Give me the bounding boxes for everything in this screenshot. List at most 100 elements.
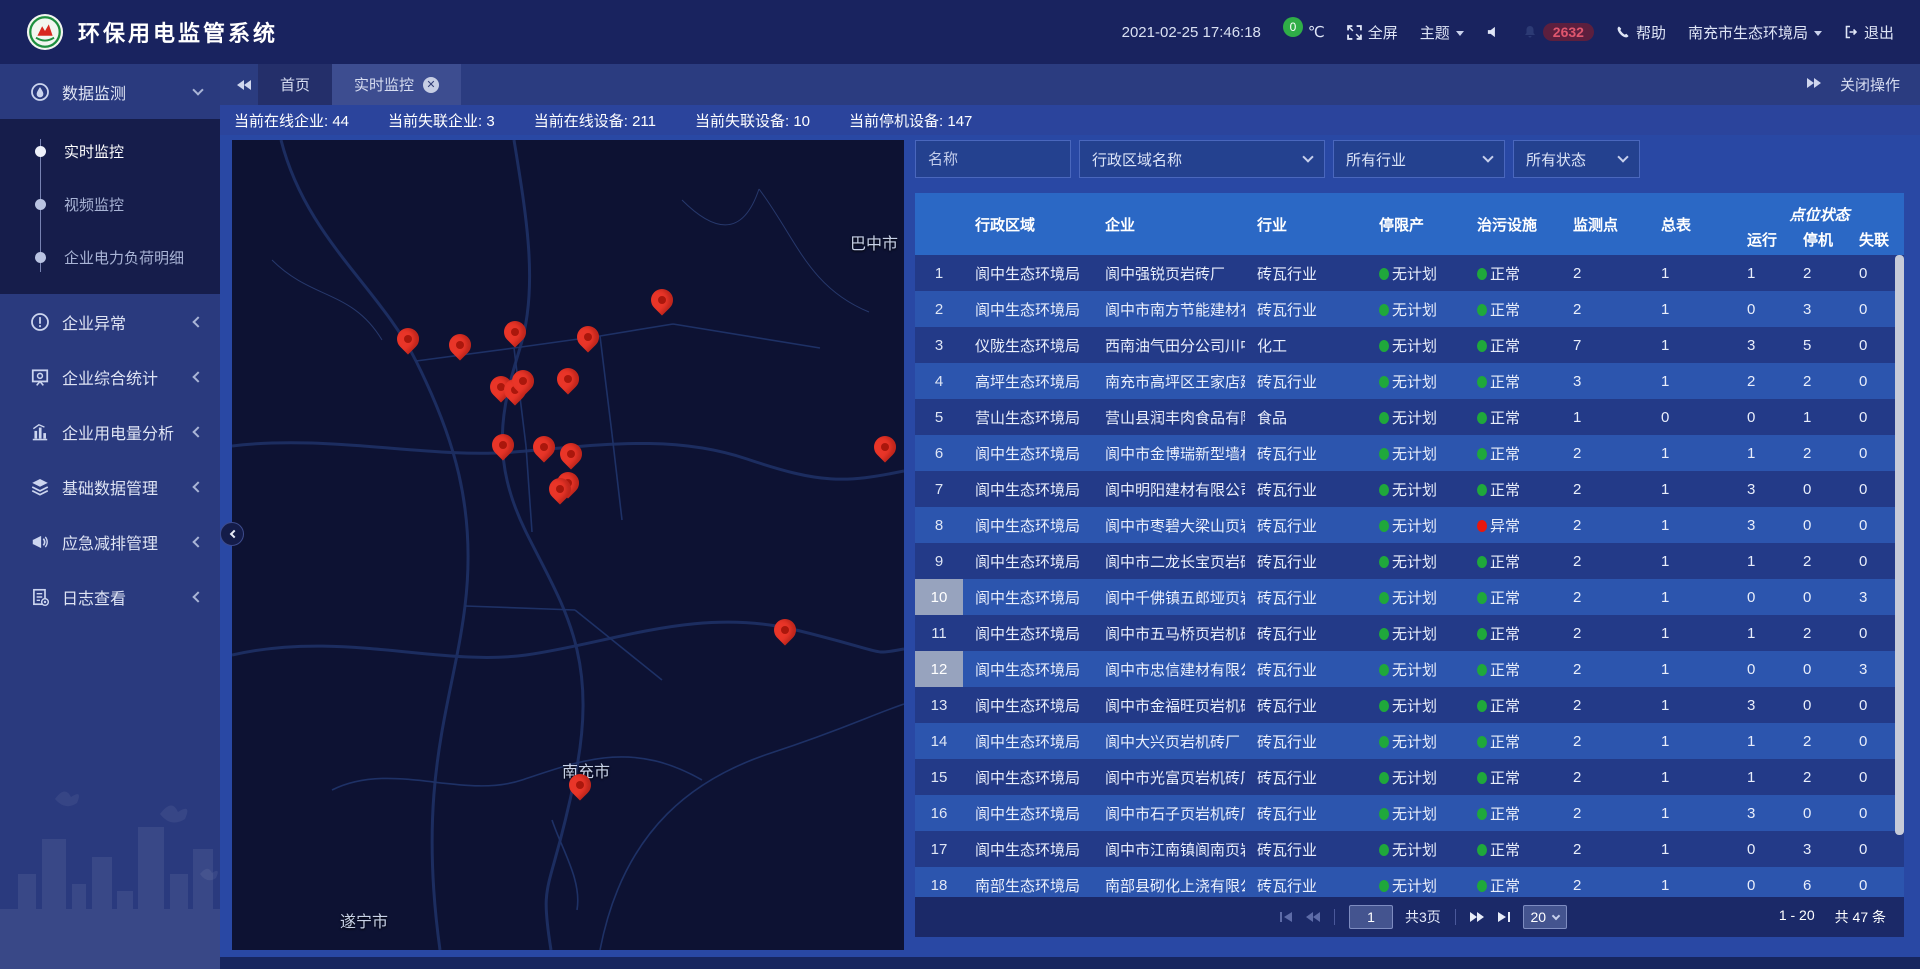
table-scrollbar[interactable]: [1895, 255, 1904, 897]
region-filter-select[interactable]: 行政区域名称: [1079, 140, 1325, 178]
sidebar-item-1[interactable]: 数据监测: [0, 64, 220, 119]
sidebar-subitem-label: 企业电力负荷明细: [64, 247, 184, 268]
name-filter-input[interactable]: [915, 140, 1071, 178]
tab-close-icon[interactable]: ✕: [423, 77, 439, 93]
table-row[interactable]: 11阆中生态环境局阆中市五马桥页岩机砖砖瓦行业无计划正常21120: [915, 615, 1904, 651]
table-row[interactable]: 18南部生态环境局南部县砌化上浇有限公砖瓦行业无计划正常21060: [915, 867, 1904, 897]
sidebar-subitem-2[interactable]: 视频监控: [0, 178, 220, 231]
industry-cell: 砖瓦行业: [1245, 803, 1367, 824]
user-menu[interactable]: 南充市生态环境局: [1688, 22, 1822, 43]
pollution-control-cell: 正常: [1465, 767, 1561, 788]
map-city-label: 遂宁市: [340, 908, 388, 932]
table-row[interactable]: 3仪陇生态环境局西南油气田分公司川中化工无计划正常71350: [915, 327, 1904, 363]
sidebar-item-6[interactable]: 应急减排管理: [0, 514, 220, 569]
row-index-cell: 14: [915, 723, 963, 759]
scrollbar-thumb[interactable]: [1895, 255, 1904, 835]
notifications-button[interactable]: 2632: [1523, 23, 1594, 41]
total-meter-cell: 1: [1649, 877, 1735, 894]
stopped-cell: 0: [1791, 697, 1847, 714]
region-cell: 阆中生态环境局: [963, 767, 1093, 788]
page-size-select[interactable]: 20: [1523, 905, 1567, 929]
tabs-scroll-right-button[interactable]: [1807, 76, 1822, 93]
sidebar-subitem-1[interactable]: 实时监控: [0, 125, 220, 178]
map-collapse-button[interactable]: [220, 522, 244, 546]
limit-production-cell: 无计划: [1367, 551, 1465, 572]
chevron-left-icon: [192, 536, 203, 547]
stopped-cell: 0: [1791, 589, 1847, 606]
status-filter-select[interactable]: 所有状态: [1513, 140, 1640, 178]
table-row[interactable]: 4高坪生态环境局南充市高坪区王家店建砖瓦行业无计划正常31220: [915, 363, 1904, 399]
status-dot-icon: [1477, 736, 1487, 748]
chevron-left-icon: [192, 481, 203, 492]
table-row[interactable]: 1阆中生态环境局阆中强锐页岩砖厂砖瓦行业无计划正常21120: [915, 255, 1904, 291]
run-cell: 3: [1735, 805, 1791, 822]
fullscreen-icon: [1347, 25, 1362, 40]
monitor-points-cell: 2: [1561, 625, 1649, 642]
table-row[interactable]: 9阆中生态环境局阆中市二龙长宝页岩砖砖瓦行业无计划正常21120: [915, 543, 1904, 579]
table-row[interactable]: 12阆中生态环境局阆中市忠信建材有限公砖瓦行业无计划正常21003: [915, 651, 1904, 687]
table-row[interactable]: 5营山生态环境局营山县润丰肉食品有限食品无计划正常10010: [915, 399, 1904, 435]
mute-button[interactable]: [1486, 25, 1501, 39]
table-row[interactable]: 15阆中生态环境局阆中市光富页岩机砖厂砖瓦行业无计划正常21120: [915, 759, 1904, 795]
first-page-button[interactable]: [1279, 911, 1293, 923]
sidebar: 数据监测实时监控视频监控企业电力负荷明细企业异常企业综合统计企业用电量分析基础数…: [0, 64, 220, 969]
monitor-points-cell: 2: [1561, 769, 1649, 786]
total-meter-cell: 1: [1649, 337, 1735, 354]
table-row[interactable]: 7阆中生态环境局阆中明阳建材有限公司砖瓦行业无计划正常21300: [915, 471, 1904, 507]
region-cell: 阆中生态环境局: [963, 443, 1093, 464]
sidebar-subitem-3[interactable]: 企业电力负荷明细: [0, 231, 220, 284]
logout-button[interactable]: 退出: [1844, 22, 1894, 43]
sidebar-subitem-label: 实时监控: [64, 141, 124, 162]
filter-bar: 行政区域名称 所有行业 所有状态: [915, 140, 1904, 178]
status-dot-icon: [1379, 412, 1389, 424]
table-row[interactable]: 17阆中生态环境局阆中市江南镇阆南页岩砖瓦行业无计划正常21030: [915, 831, 1904, 867]
table-row[interactable]: 8阆中生态环境局阆中市枣碧大梁山页岩砖瓦行业无计划异常21300: [915, 507, 1904, 543]
status-dot-icon: [1477, 304, 1487, 316]
run-cell: 3: [1735, 337, 1791, 354]
table-row[interactable]: 16阆中生态环境局阆中市石子页岩机砖厂砖瓦行业无计划正常21300: [915, 795, 1904, 831]
tab-realtime-monitor[interactable]: 实时监控 ✕: [332, 64, 461, 105]
chevron-down-icon: [1302, 151, 1313, 162]
last-page-button[interactable]: [1497, 911, 1511, 923]
sidebar-item-2[interactable]: 企业异常: [0, 294, 220, 349]
monitor-points-cell: 7: [1561, 337, 1649, 354]
help-button[interactable]: 帮助: [1616, 22, 1666, 43]
region-cell: 南部生态环境局: [963, 875, 1093, 896]
sidebar-item-7[interactable]: 日志查看: [0, 569, 220, 624]
data-panel: 行政区域名称 所有行业 所有状态 行政区域企业行业停限产治污设施监测点总表点位状…: [915, 140, 1904, 937]
tabs-scroll-left-button[interactable]: [228, 64, 258, 105]
run-cell: 0: [1735, 661, 1791, 678]
table-row[interactable]: 2阆中生态环境局阆中市南方节能建材有砖瓦行业无计划正常21030: [915, 291, 1904, 327]
table-row[interactable]: 14阆中生态环境局阆中大兴页岩机砖厂砖瓦行业无计划正常21120: [915, 723, 1904, 759]
region-cell: 阆中生态环境局: [963, 515, 1093, 536]
company-cell: 阆中市光富页岩机砖厂: [1093, 767, 1245, 788]
region-cell: 高坪生态环境局: [963, 371, 1093, 392]
industry-filter-select[interactable]: 所有行业: [1333, 140, 1505, 178]
prev-page-button[interactable]: [1305, 911, 1320, 923]
table-row[interactable]: 10阆中生态环境局阆中千佛镇五郎垭页岩砖瓦行业无计划正常21003: [915, 579, 1904, 615]
sidebar-item-4[interactable]: 企业用电量分析: [0, 404, 220, 459]
theme-menu[interactable]: 主题: [1420, 22, 1464, 43]
sidebar-item-5[interactable]: 基础数据管理: [0, 459, 220, 514]
column-header-total-meter: 总表: [1649, 193, 1735, 255]
bell-icon: [1523, 25, 1537, 39]
next-page-button[interactable]: [1470, 911, 1485, 923]
page-number-input[interactable]: 1: [1349, 905, 1393, 929]
company-cell: 阆中市金福旺页岩机砖: [1093, 695, 1245, 716]
total-meter-cell: 1: [1649, 733, 1735, 750]
page-size-value: 20: [1531, 909, 1547, 925]
fullscreen-button[interactable]: 全屏: [1347, 22, 1398, 43]
limit-production-cell: 无计划: [1367, 767, 1465, 788]
limit-production-cell: 无计划: [1367, 515, 1465, 536]
status-dot-icon: [1379, 700, 1389, 712]
run-cell: 3: [1735, 517, 1791, 534]
limit-production-cell: 无计划: [1367, 479, 1465, 500]
company-cell: 营山县润丰肉食品有限: [1093, 407, 1245, 428]
sidebar-item-label: 数据监测: [62, 80, 126, 104]
sidebar-item-3[interactable]: 企业综合统计: [0, 349, 220, 404]
table-row[interactable]: 6阆中生态环境局阆中市金博瑞新型墙材砖瓦行业无计划正常21120: [915, 435, 1904, 471]
tab-home[interactable]: 首页: [258, 64, 332, 105]
close-operations-menu[interactable]: 关闭操作: [1840, 74, 1900, 95]
table-row[interactable]: 13阆中生态环境局阆中市金福旺页岩机砖砖瓦行业无计划正常21300: [915, 687, 1904, 723]
map-panel[interactable]: 巴中市南充市遂宁市: [232, 140, 904, 950]
